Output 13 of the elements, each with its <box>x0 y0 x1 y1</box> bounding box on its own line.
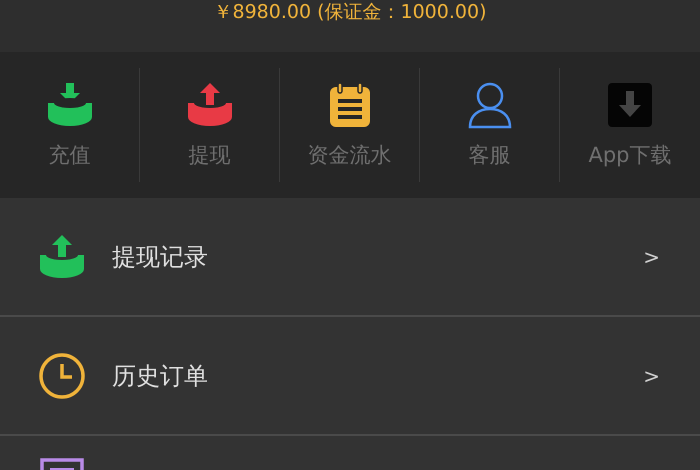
deposit-icon <box>46 81 94 129</box>
shortcut-button[interactable]: 提现 <box>140 68 280 182</box>
withdraw-icon <box>186 81 234 129</box>
menu-item[interactable]: 提现记录 > <box>0 198 700 317</box>
shortcut-button[interactable]: 资金流水 <box>280 68 420 182</box>
shortcut-button[interactable]: 充值 <box>0 68 140 182</box>
download-icon <box>606 81 654 129</box>
shortcut-button[interactable]: App下载 <box>560 68 700 182</box>
shortcut-button[interactable]: 客服 <box>420 68 560 182</box>
clock-icon <box>38 352 86 400</box>
withdraw-icon <box>38 232 86 280</box>
balance-text: ￥8980.00 (保证金：1000.00) <box>213 1 486 23</box>
menu-item[interactable]: 历史订单 > <box>0 317 700 436</box>
